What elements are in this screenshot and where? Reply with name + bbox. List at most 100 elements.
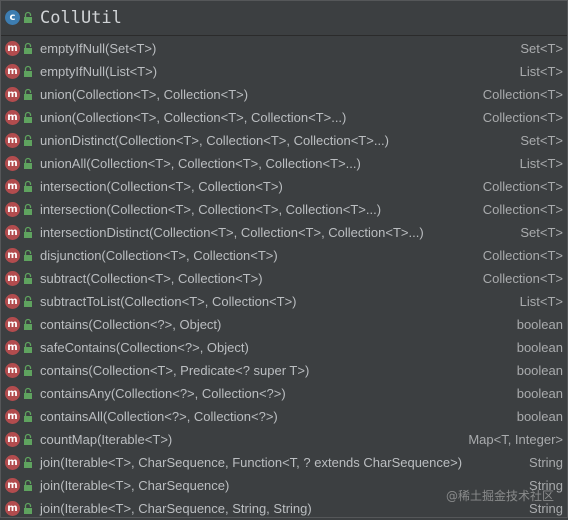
method-row[interactable]: m join(Iterable<T>, CharSequence, Functio… (1, 451, 567, 474)
method-icon: m (5, 386, 20, 401)
public-lock-icon (24, 364, 32, 376)
method-signature: containsAny(Collection<?>, Collection<?>… (40, 386, 286, 401)
public-lock-icon (24, 226, 32, 238)
method-return-type: Set<T> (520, 41, 563, 56)
public-lock-icon (24, 295, 32, 307)
method-row[interactable]: m containsAny(Collection<?>, Collection<?… (1, 382, 567, 405)
method-row[interactable]: m contains(Collection<?>, Object) boolean (1, 313, 567, 336)
method-return-type: boolean (516, 340, 563, 355)
method-return-type: boolean (516, 386, 563, 401)
method-list: m emptyIfNull(Set<T>) Set<T> m emptyIfNull(L… (1, 37, 567, 520)
method-icon: m (5, 64, 20, 79)
method-return-type: String (529, 455, 563, 470)
method-signature: emptyIfNull(List<T>) (40, 64, 158, 79)
public-lock-icon (24, 180, 32, 192)
method-icon: m (5, 41, 20, 56)
public-lock-icon (24, 502, 32, 514)
method-return-type: List<T> (519, 294, 563, 309)
method-icon: m (5, 455, 20, 470)
method-return-type: Collection<T> (482, 110, 563, 125)
method-icon: m (5, 202, 20, 217)
method-row[interactable]: m contains(Collection<T>, Predicate<? sup… (1, 359, 567, 382)
method-icon: m (5, 271, 20, 286)
class-title: CollUtil (40, 8, 122, 28)
public-lock-icon (24, 42, 32, 54)
method-signature: join(Iterable<T>, CharSequence) (40, 478, 230, 493)
method-signature: join(Iterable<T>, CharSequence, String, … (40, 501, 312, 516)
method-row[interactable]: m intersection(Collection<T>, Collection<… (1, 175, 567, 198)
method-row[interactable]: m intersection(Collection<T>, Collection<… (1, 198, 567, 221)
method-return-type: Collection<T> (482, 179, 563, 194)
method-signature: subtract(Collection<T>, Collection<T>) (40, 271, 263, 286)
method-signature: intersectionDistinct(Collection<T>, Coll… (40, 225, 424, 240)
public-lock-icon (24, 111, 32, 123)
method-signature: intersection(Collection<T>, Collection<T… (40, 202, 382, 217)
public-lock-icon (24, 456, 32, 468)
structure-popup: c CollUtil m emptyIfNull(Set<T>) Set<T> m em… (0, 0, 568, 518)
method-return-type: Collection<T> (482, 271, 563, 286)
method-signature: contains(Collection<T>, Predicate<? supe… (40, 363, 310, 378)
public-lock-icon (24, 249, 32, 261)
method-icon: m (5, 110, 20, 125)
method-signature: union(Collection<T>, Collection<T>, Coll… (40, 110, 347, 125)
method-row[interactable]: m intersectionDistinct(Collection<T>, Col… (1, 221, 567, 244)
method-icon: m (5, 248, 20, 263)
method-return-type: List<T> (519, 156, 563, 171)
public-lock-icon (24, 203, 32, 215)
public-lock-icon (24, 341, 32, 353)
method-row[interactable]: m subtractToList(Collection<T>, Collectio… (1, 290, 567, 313)
public-lock-icon (24, 65, 32, 77)
public-lock-icon (24, 410, 32, 422)
method-return-type: Set<T> (520, 225, 563, 240)
public-lock-icon (24, 134, 32, 146)
public-lock-icon (24, 11, 32, 23)
method-signature: contains(Collection<?>, Object) (40, 317, 222, 332)
public-lock-icon (24, 272, 32, 284)
public-lock-icon (24, 479, 32, 491)
method-icon: m (5, 294, 20, 309)
method-signature: union(Collection<T>, Collection<T>) (40, 87, 249, 102)
method-row[interactable]: m unionDistinct(Collection<T>, Collection… (1, 129, 567, 152)
method-row[interactable]: m unionAll(Collection<T>, Collection<T>, … (1, 152, 567, 175)
method-return-type: boolean (516, 317, 563, 332)
method-row[interactable]: m countMap(Iterable<T>) Map<T, Integer> (1, 428, 567, 451)
method-row[interactable]: m containsAll(Collection<?>, Collection<?… (1, 405, 567, 428)
method-return-type: boolean (516, 409, 563, 424)
method-icon: m (5, 363, 20, 378)
method-return-type: Set<T> (520, 133, 563, 148)
method-row[interactable]: m emptyIfNull(List<T>) List<T> (1, 60, 567, 83)
method-icon: m (5, 501, 20, 516)
method-signature: emptyIfNull(Set<T>) (40, 41, 157, 56)
method-row[interactable]: m disjunction(Collection<T>, Collection<T… (1, 244, 567, 267)
method-signature: intersection(Collection<T>, Collection<T… (40, 179, 283, 194)
method-row[interactable]: m union(Collection<T>, Collection<T>) Coll… (1, 83, 567, 106)
method-icon: m (5, 478, 20, 493)
method-return-type: boolean (516, 363, 563, 378)
method-icon: m (5, 432, 20, 447)
method-signature: unionDistinct(Collection<T>, Collection<… (40, 133, 389, 148)
method-row[interactable]: m union(Collection<T>, Collection<T>, Col… (1, 106, 567, 129)
method-icon: m (5, 225, 20, 240)
method-row[interactable]: m subtract(Collection<T>, Collection<T>) C… (1, 267, 567, 290)
method-icon: m (5, 156, 20, 171)
method-return-type: Collection<T> (482, 87, 563, 102)
method-signature: containsAll(Collection<?>, Collection<?>… (40, 409, 278, 424)
method-signature: subtractToList(Collection<T>, Collection… (40, 294, 297, 309)
public-lock-icon (24, 387, 32, 399)
method-return-type: Map<T, Integer> (468, 432, 563, 447)
method-icon: m (5, 317, 20, 332)
method-icon: m (5, 340, 20, 355)
method-signature: safeContains(Collection<?>, Object) (40, 340, 249, 355)
public-lock-icon (24, 88, 32, 100)
method-return-type: Collection<T> (482, 202, 563, 217)
method-signature: countMap(Iterable<T>) (40, 432, 173, 447)
class-icon: c (5, 10, 20, 25)
method-signature: unionAll(Collection<T>, Collection<T>, C… (40, 156, 361, 171)
method-row[interactable]: m emptyIfNull(Set<T>) Set<T> (1, 37, 567, 60)
method-signature: join(Iterable<T>, CharSequence, Function… (40, 455, 463, 470)
public-lock-icon (24, 318, 32, 330)
method-return-type: List<T> (519, 64, 563, 79)
method-icon: m (5, 179, 20, 194)
method-icon: m (5, 87, 20, 102)
method-row[interactable]: m safeContains(Collection<?>, Object) bool… (1, 336, 567, 359)
